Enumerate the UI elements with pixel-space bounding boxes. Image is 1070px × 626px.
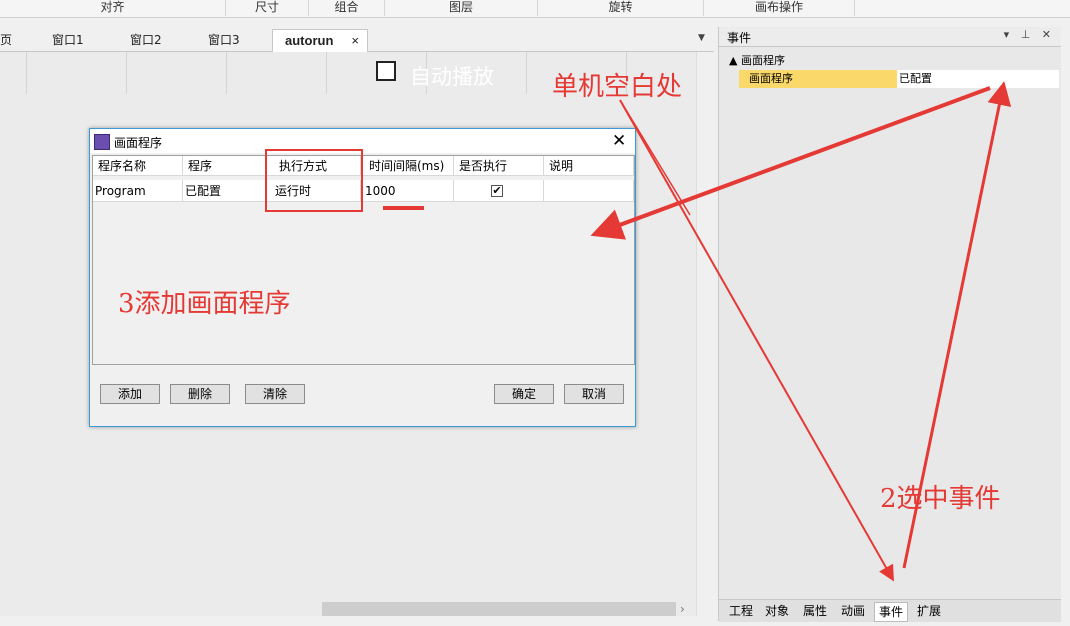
tab-extension[interactable]: 扩展 <box>913 602 945 620</box>
ribbon-group-layer[interactable]: 图层 <box>385 0 538 16</box>
ribbon-group-rotate[interactable]: 旋转 <box>538 0 704 16</box>
cancel-button[interactable]: 取消 <box>564 384 624 404</box>
ok-button[interactable]: 确定 <box>494 384 554 404</box>
app-icon <box>94 134 110 150</box>
column-header-interval[interactable]: 时间间隔(ms) <box>361 156 454 176</box>
column-header-program[interactable]: 程序 <box>183 156 267 176</box>
grid-line <box>26 52 27 94</box>
autoplay-label: 自动播放 <box>410 65 494 89</box>
horizontal-scrollbar-thumb[interactable] <box>322 602 676 616</box>
panel-title: 事件 <box>727 31 752 45</box>
grid-line <box>526 52 527 94</box>
event-panel: 事件 ▾ ⊥ ✕ ▲ 画面程序 画面程序 已配置 工程 对象 属性 动画 事件 … <box>718 27 1061 622</box>
chevron-right-icon[interactable]: › <box>680 602 685 616</box>
vertical-scrollbar[interactable] <box>696 52 713 616</box>
add-button[interactable]: 添加 <box>100 384 160 404</box>
panel-header: 事件 ▾ ⊥ ✕ <box>719 27 1061 47</box>
tab-animation[interactable]: 动画 <box>837 602 869 620</box>
tab-window2[interactable]: 窗口2 <box>130 29 162 51</box>
panel-header-buttons[interactable]: ▾ ⊥ ✕ <box>1004 28 1055 41</box>
cell-interval[interactable]: 1000 <box>361 180 454 202</box>
ribbon-group-size[interactable]: 尺寸 <box>226 0 309 16</box>
ribbon-group-align[interactable]: 对齐 <box>0 0 226 16</box>
grid-line <box>326 52 327 94</box>
tree-root-screen-program[interactable]: ▲ 画面程序 <box>729 52 785 68</box>
tab-window3[interactable]: 窗口3 <box>208 29 240 51</box>
column-header-name[interactable]: 程序名称 <box>93 156 183 176</box>
cell-note[interactable] <box>544 180 634 202</box>
program-table: 程序名称 程序 执行方式 时间间隔(ms) 是否执行 说明 Program 已配… <box>92 155 635 365</box>
delete-button[interactable]: 删除 <box>170 384 230 404</box>
autoplay-checkbox[interactable] <box>376 61 396 81</box>
close-icon[interactable]: × <box>351 30 359 52</box>
tab-autorun-label: autorun <box>285 33 334 48</box>
close-icon[interactable]: ✕ <box>612 131 626 151</box>
tab-object[interactable]: 对象 <box>761 602 793 620</box>
property-row-screen-program[interactable]: 画面程序 已配置 <box>739 70 1059 88</box>
chevron-down-icon[interactable]: ▼ <box>698 33 705 43</box>
tab-project[interactable]: 工程 <box>725 602 757 620</box>
ribbon-group-labels: 对齐 尺寸 组合 图层 旋转 画布操作 <box>0 0 1070 18</box>
grid-line <box>126 52 127 94</box>
highlight-underline-interval <box>383 206 424 210</box>
grid-line <box>226 52 227 94</box>
annotation-step1: 单机空白处 <box>552 72 683 102</box>
checkmark-icon[interactable]: ✔ <box>491 185 503 197</box>
tab-event[interactable]: 事件 <box>874 602 909 622</box>
tab-property[interactable]: 属性 <box>799 602 831 620</box>
cell-program[interactable]: 已配置 <box>183 180 267 202</box>
ribbon-group-canvas[interactable]: 画布操作 <box>704 0 855 16</box>
ribbon-group-combine[interactable]: 组合 <box>309 0 385 16</box>
column-header-enabled[interactable]: 是否执行 <box>454 156 544 176</box>
tab-partial[interactable]: 页 <box>0 29 12 51</box>
cell-enabled[interactable]: ✔ <box>454 180 544 202</box>
panel-bottom-tabs: 工程 对象 属性 动画 事件 扩展 <box>719 599 1061 622</box>
highlight-box-mode <box>265 149 363 212</box>
document-tab-bar: 页 窗口1 窗口2 窗口3 autorun × ▼ <box>0 25 714 52</box>
column-header-note[interactable]: 说明 <box>544 156 634 176</box>
dialog-title: 画面程序 <box>114 136 163 150</box>
property-value[interactable]: 已配置 <box>897 70 1059 88</box>
annotation-step3: 3添加画面程序 <box>118 289 291 319</box>
tab-autorun[interactable]: autorun × <box>272 29 368 52</box>
tab-window1[interactable]: 窗口1 <box>52 29 84 51</box>
clear-button[interactable]: 清除 <box>245 384 305 404</box>
cell-name[interactable]: Program <box>93 180 183 202</box>
property-key: 画面程序 <box>739 70 897 88</box>
annotation-step2: 2选中事件 <box>880 484 1001 514</box>
